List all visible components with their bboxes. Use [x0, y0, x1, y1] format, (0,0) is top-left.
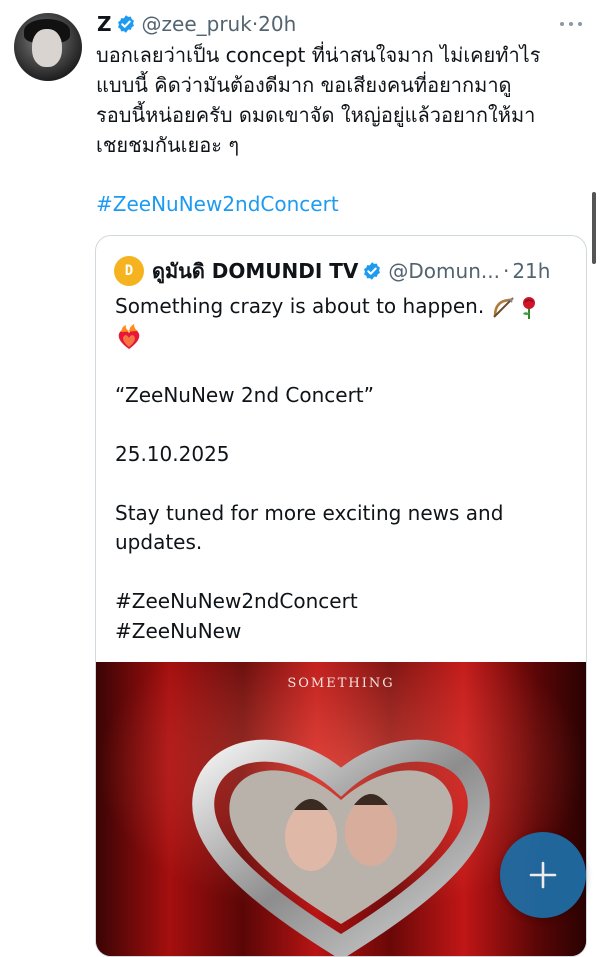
poster-title-text: SOMETHING: [287, 676, 395, 691]
concert-poster-art: [96, 662, 586, 956]
tweet-timestamp[interactable]: 20h: [258, 12, 296, 36]
verified-badge-icon: [117, 15, 134, 33]
scrollbar-thumb[interactable]: [592, 192, 596, 264]
verified-badge-icon: [364, 262, 381, 280]
author-avatar[interactable]: [14, 13, 82, 81]
quoted-author-avatar[interactable]: D: [114, 256, 144, 286]
quoted-hashtags[interactable]: #ZeeNuNew2ndConcert #ZeeNuNew: [115, 589, 358, 643]
quoted-avatar-letter: D: [124, 263, 134, 279]
quoted-date: 25.10.2025: [115, 441, 230, 466]
quoted-timestamp[interactable]: 21h: [512, 259, 550, 283]
author-handle[interactable]: @zee_pruk: [142, 12, 252, 36]
quoted-tweet-header: D ดูมันดิ DOMUNDI TV @Domun... · 21h: [114, 256, 550, 286]
heart-on-fire-emoji: [118, 324, 140, 349]
quoted-line-1: Something crazy is about to happen.: [115, 294, 485, 318]
quoted-line-4: Stay tuned for more exciting news and up…: [115, 500, 504, 555]
more-options-icon[interactable]: [560, 20, 582, 28]
quoted-author-name[interactable]: ดูมันดิ DOMUNDI TV: [152, 255, 358, 287]
tweet-text: บอกเลยว่าเป็น concept ที่น่าสนใจมาก ไม่เ…: [96, 43, 541, 157]
author-name[interactable]: Z: [97, 12, 112, 36]
quoted-media-image[interactable]: SOMETHING: [96, 662, 586, 956]
tweet-header: Z @zee_pruk · 20h: [97, 10, 580, 38]
compose-button[interactable]: [500, 832, 586, 918]
quoted-author-handle[interactable]: @Domun...: [388, 259, 500, 283]
separator-dot: ·: [502, 259, 510, 283]
bow-arrow-emoji: [492, 296, 514, 318]
tweet-hashtag-link[interactable]: #ZeeNuNew2ndConcert: [96, 192, 339, 216]
rose-emoji: [522, 296, 535, 319]
quoted-tweet-body: Something crazy is about to happen. “Zee…: [115, 292, 575, 646]
compose-plus-icon: [529, 861, 557, 889]
quoted-line-2: “ZeeNuNew 2nd Concert”: [115, 382, 374, 407]
